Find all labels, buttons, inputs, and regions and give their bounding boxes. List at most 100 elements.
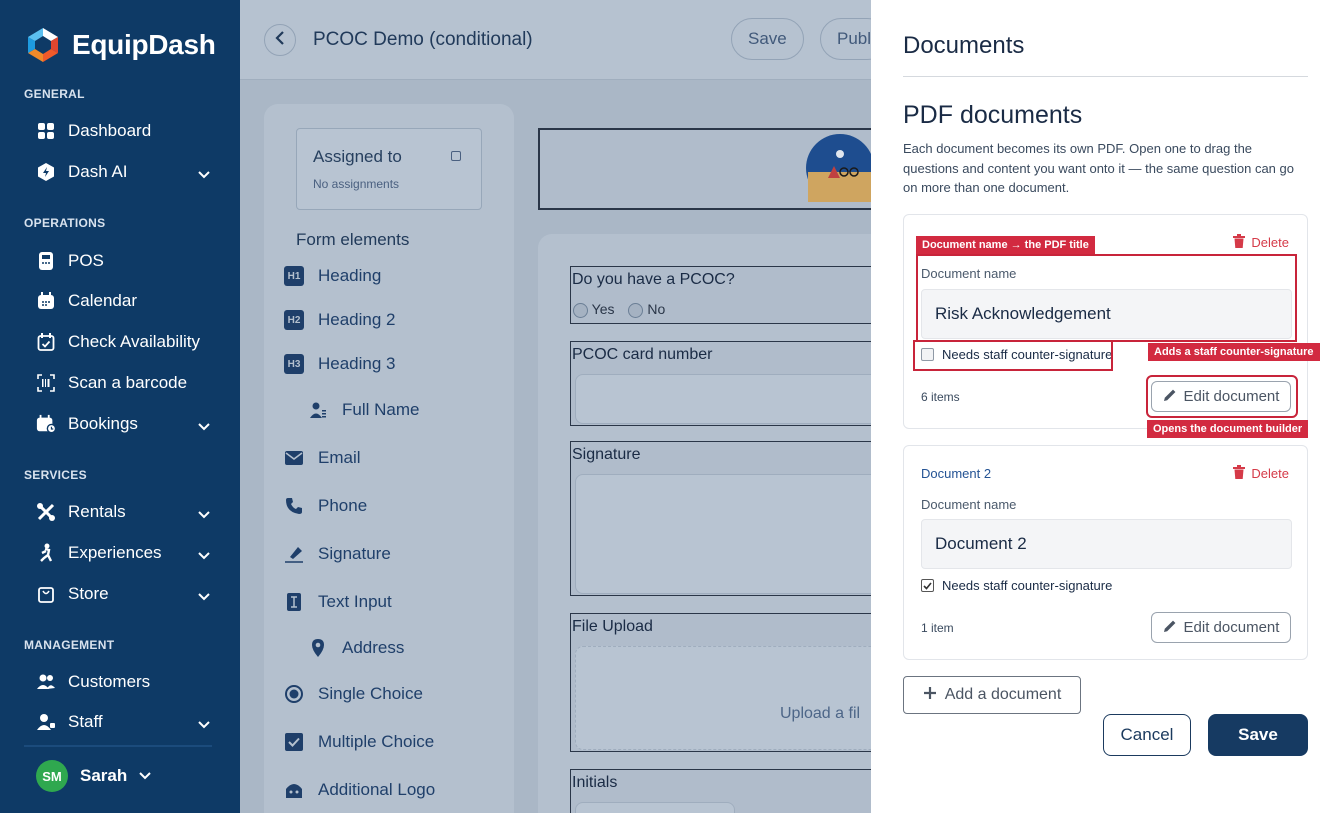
text-input-preview [575,374,871,424]
question-initials[interactable]: Initials [570,769,871,813]
sidebar-item-label: Dashboard [68,121,152,140]
form-element-signature[interactable]: Signature [284,544,391,564]
form-element-label: Email [318,448,361,467]
form-element-heading-2[interactable]: H2 Heading 2 [284,310,396,330]
form-element-phone[interactable]: Phone [284,496,367,516]
form-element-email[interactable]: Email [284,448,361,468]
heading-1-icon: H1 [284,266,304,286]
form-element-label: Multiple Choice [318,732,435,751]
add-document-button[interactable]: Add a document [903,676,1081,714]
form-element-heading-3[interactable]: H3 Heading 3 [284,354,396,374]
sidebar-item-staff[interactable]: Staff [36,707,226,737]
form-element-label: Additional Logo [318,780,436,799]
brand-name: EquipDash [72,29,216,60]
sidebar-item-experiences[interactable]: Experiences [36,538,226,568]
section-operations: OPERATIONS [24,216,106,230]
assigned-to-title: Assigned to [313,147,402,166]
countersign-checkbox-row[interactable]: Needs staff counter-signature [921,578,1112,593]
section-services: SERVICES [24,468,87,482]
document-heading: Document 2 [921,466,992,481]
back-button[interactable] [264,24,296,56]
sidebar-item-rentals[interactable]: Rentals [36,497,226,527]
delete-label: Delete [1251,235,1289,250]
email-icon [284,448,304,468]
radio-icon [284,684,304,704]
form-element-additional-logo[interactable]: Additional Logo [284,780,435,800]
brand-logo[interactable]: EquipDash [24,26,216,64]
sidebar-item-dash-ai[interactable]: Dash AI [36,157,226,187]
heading-3-icon: H3 [284,354,304,374]
chevron-down-icon [198,586,210,606]
annotation-edit-box [1146,375,1298,418]
staff-icon [36,712,56,732]
form-element-address[interactable]: Address [308,638,404,658]
sidebar-item-check-availability[interactable]: Check Availability [36,327,226,357]
equipdash-logo-icon [24,26,62,64]
user-name: Sarah [80,766,128,785]
edit-icon[interactable] [451,151,461,161]
edit-document-button[interactable]: Edit document [1151,612,1291,643]
document-name-label: Document name [921,497,1017,512]
chevron-left-icon [275,30,285,50]
annotation-doc-name-tag: Document name → the PDF title [916,236,1095,254]
editor-topbar: PCOC Demo (conditional) Save Publ [240,0,871,80]
question-signature[interactable]: Signature [570,441,871,596]
sidebar-item-pos[interactable]: POS [36,246,226,276]
save-button[interactable]: Save [1208,714,1308,756]
trash-icon [1233,234,1246,251]
document-items-count: 6 items [921,390,960,404]
form-header-block[interactable] [538,128,871,210]
sidebar-item-calendar[interactable]: Calendar [36,286,226,316]
question-label: Do you have a PCOC? [572,271,735,288]
countersign-checkbox[interactable] [921,579,934,592]
annotation-edit-tag: Opens the document builder [1147,420,1309,438]
upload-hint: Upload a fil [780,705,861,722]
sidebar-item-scan-barcode[interactable]: Scan a barcode [36,368,226,398]
bookings-icon [36,414,56,434]
signature-pen-icon [284,544,304,564]
form-element-label: Single Choice [318,684,423,703]
sidebar-item-label: Check Availability [68,332,200,351]
initials-input-preview [575,802,735,813]
form-element-heading[interactable]: H1 Heading [284,266,381,286]
sidebar-item-store[interactable]: Store [36,579,226,609]
sidebar-item-customers[interactable]: Customers [36,667,226,697]
chevron-down-icon [198,416,210,436]
chevron-down-icon [198,504,210,524]
sidebar-item-label: Customers [68,672,151,691]
delete-document-button[interactable]: Delete [1233,465,1289,482]
sidebar-item-dashboard[interactable]: Dashboard [36,116,226,146]
sidebar-item-label: Scan a barcode [68,373,188,392]
document-name-input[interactable]: Document 2 [921,519,1292,569]
countersign-label: Needs staff counter-signature [942,578,1113,593]
delete-document-button[interactable]: Delete [1233,234,1289,251]
document-card: Document 2 Delete Document name Document… [903,445,1308,660]
file-dropzone[interactable]: Upload a fil [575,646,871,750]
avatar: SM [36,760,68,792]
question-pcoc-card-number[interactable]: PCOC card number [570,341,871,426]
question-label: PCOC card number [572,346,713,363]
publish-button[interactable]: Publ [820,18,871,60]
sidebar-item-bookings[interactable]: Bookings [36,409,226,439]
question-pcoc[interactable]: Do you have a PCOC? Yes No [570,266,871,324]
form-element-text-input[interactable]: Text Input [284,592,392,612]
user-menu[interactable]: SM Sarah [24,745,212,805]
sidebar: EquipDash GENERAL Dashboard Dash AI OPER… [0,0,240,813]
section-management: MANAGEMENT [24,638,115,652]
question-file-upload[interactable]: File Upload Upload a fil [570,613,871,752]
radio-no[interactable]: No [628,301,665,318]
sidebar-item-label: Experiences [68,543,162,562]
ai-badge-icon [36,162,56,182]
form-element-single-choice[interactable]: Single Choice [284,684,423,704]
cancel-button[interactable]: Cancel [1103,714,1191,756]
map-pin-icon [308,638,328,658]
assigned-to-value: No assignments [313,177,400,191]
assigned-to-card[interactable]: Assigned to No assignments [296,128,482,210]
save-form-button[interactable]: Save [731,18,804,60]
calendar-check-icon [36,332,56,352]
radio-yes[interactable]: Yes [573,301,614,318]
form-element-multiple-choice[interactable]: Multiple Choice [284,732,434,752]
annotation-countersign-box [913,340,1113,371]
form-element-full-name[interactable]: Full Name [308,400,419,420]
edit-document-label: Edit document [1183,619,1280,636]
